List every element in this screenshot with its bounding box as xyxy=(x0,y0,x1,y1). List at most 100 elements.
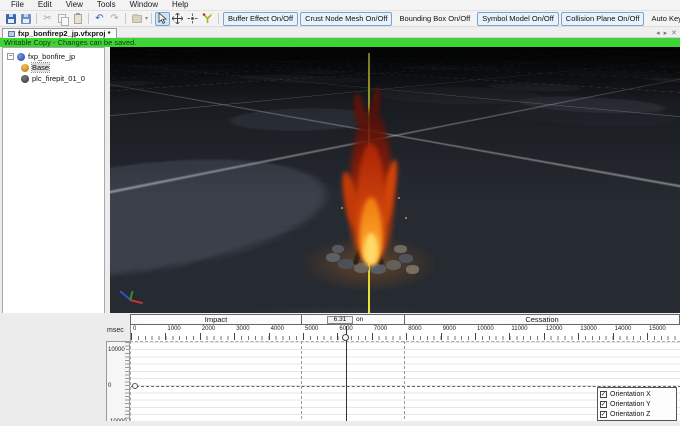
tree-node-root[interactable]: − fxp_bonfire_jp xyxy=(7,51,104,62)
toggle-symbol-model-on-off[interactable]: Symbol Model On/Off xyxy=(477,11,559,26)
axis-x-icon xyxy=(129,299,143,304)
ruler-tick-label: 5000 xyxy=(305,326,319,332)
pivot-tool-icon[interactable] xyxy=(185,12,200,26)
bone-tool-icon[interactable] xyxy=(200,12,215,26)
ruler-tick-label: 7000 xyxy=(373,326,388,332)
tree-node-base[interactable]: Base xyxy=(7,62,104,73)
tab-close-icon[interactable]: ✕ xyxy=(671,29,677,37)
redo-icon[interactable]: ↷ xyxy=(108,12,121,25)
ruler-tick-label: 14000 xyxy=(614,326,632,332)
legend-label: Orientation Z xyxy=(610,410,651,418)
y-axis-label: 10000 xyxy=(108,347,126,353)
copy-icon[interactable] xyxy=(56,12,69,26)
readout-state-label: on xyxy=(356,316,364,323)
ruler-major-tick xyxy=(578,333,580,340)
ruler-major-tick xyxy=(268,333,270,340)
ruler-major-tick xyxy=(199,333,201,340)
ruler-major-tick xyxy=(612,333,614,340)
curve-keyframe-handle[interactable] xyxy=(132,383,138,389)
stone xyxy=(394,245,407,253)
ruler-tick-label: 12000 xyxy=(545,326,563,332)
msec-unit-label: msec xyxy=(107,327,124,334)
stone xyxy=(386,260,401,270)
ruler-tick-label: 10000 xyxy=(477,326,494,332)
save-all-icon[interactable] xyxy=(19,12,32,25)
tree-root-label: fxp_bonfire_jp xyxy=(28,52,76,61)
tree-node-firepit[interactable]: plc_firepit_01_0 xyxy=(7,73,104,84)
legend-label: Orientation X xyxy=(610,390,651,398)
legend-row-orientation-y: ✓ Orientation Y xyxy=(600,400,674,409)
writable-status-text: Writable Copy - Changes can be saved. xyxy=(4,38,137,47)
ruler-major-tick xyxy=(647,333,648,340)
select-tool-icon[interactable] xyxy=(155,11,171,26)
playhead-handle[interactable] xyxy=(342,334,349,341)
ruler-tick-label: 0 xyxy=(133,326,137,332)
save-icon[interactable] xyxy=(4,12,17,25)
band-cessation-label: Cessation xyxy=(525,315,559,324)
ruler-major-tick xyxy=(234,333,236,340)
tab-project[interactable]: fxp_bonfirep2_jp.vfxproj * xyxy=(2,28,117,38)
mesh-node-icon xyxy=(21,74,29,83)
toolbar-separator xyxy=(125,13,126,24)
project-file-icon xyxy=(8,30,15,37)
move-tool-icon[interactable] xyxy=(170,12,185,26)
impact-boundary-line xyxy=(301,341,302,424)
stone xyxy=(370,264,386,274)
import-dropdown-icon[interactable]: ▾ xyxy=(145,15,148,22)
undo-icon[interactable]: ↶ xyxy=(93,12,106,25)
ruler-tick-label: 15000 xyxy=(649,326,666,332)
toolbar-toggle-group: Buffer Effect On/Off Crust Node Mesh On/O… xyxy=(222,11,680,26)
tab-nav-forward-icon[interactable]: ▸ xyxy=(664,29,668,37)
stone xyxy=(399,254,413,263)
tree-base-label: Base xyxy=(30,62,51,73)
cut-icon[interactable]: ✂ xyxy=(41,12,54,25)
menu-item-view[interactable]: View xyxy=(60,0,89,10)
menu-item-edit[interactable]: Edit xyxy=(32,0,58,10)
toggle-crust-node-mesh-on-off[interactable]: Crust Node Mesh On/Off xyxy=(300,11,393,26)
ruler-tick-label: 9000 xyxy=(442,326,456,332)
tab-label: fxp_bonfirep2_jp.vfxproj * xyxy=(18,29,111,38)
ground-grid-plane xyxy=(110,47,680,59)
band-impact-label: Impact xyxy=(204,315,228,324)
viewport-3d[interactable] xyxy=(110,47,680,313)
menu-bar: File Edit View Tools Window Help xyxy=(0,0,680,11)
ruler-tick-label: 3000 xyxy=(236,326,250,332)
time-readout-box[interactable]: 6.31 xyxy=(327,315,353,324)
orientation-legend: ✓ Orientation X ✓ Orientation Y ✓ Orientation… xyxy=(597,387,677,421)
ruler-tick-label: 13000 xyxy=(580,326,597,332)
band-middle: 6.31 on xyxy=(302,315,405,324)
toggle-collision-plane-on-off[interactable]: Collision Plane On/Off xyxy=(560,11,645,26)
toolbar-separator xyxy=(218,13,220,24)
timeline-band-row: Impact 6.31 on Cessation xyxy=(130,314,680,325)
value-axis-ruler: 10000 0 -10000 xyxy=(106,341,130,426)
checkbox-orientation-x[interactable]: ✓ xyxy=(600,390,607,398)
stone xyxy=(406,265,419,274)
axis-gizmo xyxy=(118,285,148,311)
collapse-icon[interactable]: − xyxy=(7,53,14,60)
menu-item-window[interactable]: Window xyxy=(124,0,164,10)
tab-nav-back-icon[interactable]: ◂ xyxy=(656,29,660,37)
ruler-major-tick xyxy=(371,333,373,340)
menu-item-tools[interactable]: Tools xyxy=(91,0,122,10)
ruler-tick-label: 2000 xyxy=(201,326,216,332)
toggle-bounding-box-on-off[interactable]: Bounding Box On/Off xyxy=(394,12,475,26)
menu-item-file[interactable]: File xyxy=(5,0,30,10)
ruler-major-tick xyxy=(337,333,339,340)
import-icon[interactable] xyxy=(130,12,143,25)
stone xyxy=(332,245,344,253)
time-ruler[interactable]: 0100020003000400050006000700080009000100… xyxy=(130,325,680,341)
paste-icon[interactable] xyxy=(71,12,84,25)
ruler-major-tick xyxy=(303,333,304,340)
legend-label: Orientation Y xyxy=(610,400,651,408)
menu-item-help[interactable]: Help xyxy=(166,0,194,10)
tab-bar: fxp_bonfirep2_jp.vfxproj * ◂ ▸ ✕ xyxy=(0,27,680,38)
checkbox-orientation-z[interactable]: ✓ xyxy=(600,410,607,418)
checkbox-orientation-y[interactable]: ✓ xyxy=(600,400,607,408)
ruler-major-tick xyxy=(440,333,442,340)
toggle-auto-key-mode-on-off[interactable]: Auto Key Mode On/Off xyxy=(646,12,680,26)
ruler-tick-label: 4000 xyxy=(270,326,284,332)
toggle-buffer-effect-on-off[interactable]: Buffer Effect On/Off xyxy=(223,11,299,26)
toolbar-separator xyxy=(151,13,153,24)
ruler-major-tick xyxy=(131,333,132,340)
ruler-tick-label: 11000 xyxy=(511,326,528,332)
